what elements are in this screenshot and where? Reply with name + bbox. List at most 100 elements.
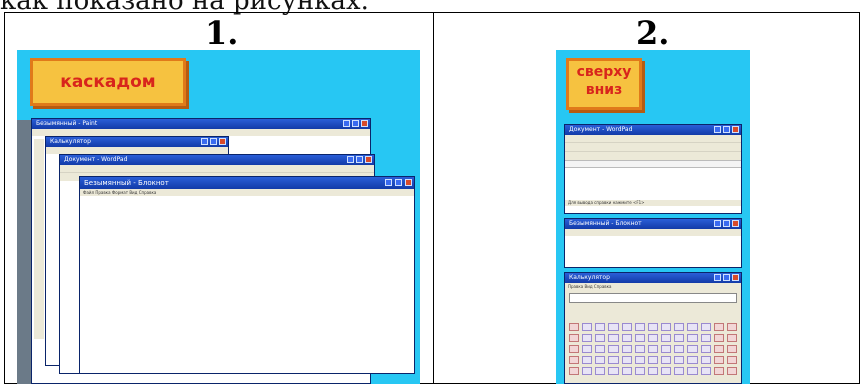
calc-key[interactable]: [700, 356, 711, 364]
calc-key[interactable]: [608, 356, 619, 364]
close-icon[interactable]: [732, 220, 739, 227]
maximize-icon[interactable]: [395, 179, 402, 186]
calc-key[interactable]: [608, 345, 619, 353]
calc-key[interactable]: [713, 334, 724, 342]
calc-key[interactable]: [634, 356, 645, 364]
calc-key[interactable]: [661, 323, 672, 331]
close-icon[interactable]: [365, 156, 372, 163]
calc-key[interactable]: [569, 345, 580, 353]
calc-key[interactable]: [595, 356, 606, 364]
close-icon[interactable]: [405, 179, 412, 186]
calc-key[interactable]: [687, 367, 698, 375]
calc-key[interactable]: [608, 367, 619, 375]
calc-key[interactable]: [687, 345, 698, 353]
close-icon[interactable]: [219, 138, 226, 145]
calc-key[interactable]: [595, 334, 606, 342]
calc-key[interactable]: [569, 356, 580, 364]
calc-key[interactable]: [608, 323, 619, 331]
wordpad-titlebar: Документ - WordPad: [60, 155, 374, 165]
calc-key[interactable]: [674, 323, 685, 331]
top-down-label-line2: вниз: [585, 82, 623, 98]
calc-key[interactable]: [713, 367, 724, 375]
calculator-keypad: [569, 323, 737, 375]
calc-key[interactable]: [647, 356, 659, 364]
close-icon[interactable]: [361, 120, 368, 127]
calc-key[interactable]: [700, 323, 711, 331]
calculator-menu: [46, 147, 228, 154]
maximize-icon[interactable]: [723, 274, 730, 281]
calc-key[interactable]: [595, 345, 606, 353]
minimize-icon[interactable]: [385, 179, 392, 186]
calc-key[interactable]: [726, 323, 737, 331]
calc-key[interactable]: [674, 334, 685, 342]
wordpad-document[interactable]: [565, 168, 741, 200]
calc-key[interactable]: [713, 323, 724, 331]
minimize-icon[interactable]: [714, 126, 721, 133]
wordpad-menu: [565, 135, 741, 142]
maximize-icon[interactable]: [210, 138, 217, 145]
calc-key[interactable]: [713, 356, 724, 364]
calc-key[interactable]: [595, 323, 606, 331]
calc-key[interactable]: [621, 334, 632, 342]
calc-key[interactable]: [674, 345, 685, 353]
calc-key[interactable]: [569, 334, 580, 342]
calc-key[interactable]: [608, 334, 619, 342]
calc-key[interactable]: [661, 345, 672, 353]
calc-key[interactable]: [661, 334, 672, 342]
calc-key[interactable]: [687, 334, 698, 342]
wordpad-ruler: [565, 160, 741, 168]
tile-vertical-screenshot: сверху вниз Документ - WordPad Для вывод…: [556, 50, 750, 384]
calc-key[interactable]: [621, 323, 632, 331]
calc-key[interactable]: [595, 367, 606, 375]
calc-key[interactable]: [700, 345, 711, 353]
minimize-icon[interactable]: [201, 138, 208, 145]
calc-key[interactable]: [700, 334, 711, 342]
minimize-icon[interactable]: [714, 220, 721, 227]
minimize-icon[interactable]: [714, 274, 721, 281]
calc-key[interactable]: [634, 367, 645, 375]
calc-key[interactable]: [726, 356, 737, 364]
calc-key[interactable]: [700, 367, 711, 375]
calc-key[interactable]: [582, 356, 593, 364]
calc-key[interactable]: [621, 356, 632, 364]
calc-key[interactable]: [726, 367, 737, 375]
paint-menu: [32, 129, 370, 136]
paint-toolbox: [34, 139, 44, 339]
minimize-icon[interactable]: [343, 120, 350, 127]
calc-key[interactable]: [661, 367, 672, 375]
calc-key[interactable]: [582, 323, 593, 331]
table-divider: [433, 12, 434, 384]
calc-key[interactable]: [647, 345, 659, 353]
maximize-icon[interactable]: [352, 120, 359, 127]
calc-key[interactable]: [569, 323, 580, 331]
maximize-icon[interactable]: [723, 220, 730, 227]
calc-key[interactable]: [661, 356, 672, 364]
close-icon[interactable]: [732, 126, 739, 133]
calc-key[interactable]: [726, 334, 737, 342]
maximize-icon[interactable]: [356, 156, 363, 163]
calc-key[interactable]: [634, 334, 645, 342]
calc-key[interactable]: [674, 367, 685, 375]
minimize-icon[interactable]: [347, 156, 354, 163]
calc-key[interactable]: [687, 356, 698, 364]
calc-key[interactable]: [582, 367, 593, 375]
calc-key[interactable]: [621, 345, 632, 353]
maximize-icon[interactable]: [723, 126, 730, 133]
calc-key[interactable]: [674, 356, 685, 364]
calc-key[interactable]: [647, 334, 659, 342]
wordpad-status: Для вывода справки нажмите <F1>: [565, 200, 741, 206]
calc-key[interactable]: [621, 367, 632, 375]
calc-key[interactable]: [726, 345, 737, 353]
calc-key[interactable]: [582, 345, 593, 353]
calc-key[interactable]: [647, 323, 659, 331]
calc-key[interactable]: [582, 334, 593, 342]
calc-key[interactable]: [569, 367, 580, 375]
calc-key[interactable]: [647, 367, 659, 375]
calc-key[interactable]: [634, 345, 645, 353]
calc-key[interactable]: [713, 345, 724, 353]
calc-key[interactable]: [687, 323, 698, 331]
calc-key[interactable]: [634, 323, 645, 331]
wordpad-toolbar: [565, 142, 741, 151]
close-icon[interactable]: [732, 274, 739, 281]
top-down-label: сверху вниз: [566, 58, 642, 110]
